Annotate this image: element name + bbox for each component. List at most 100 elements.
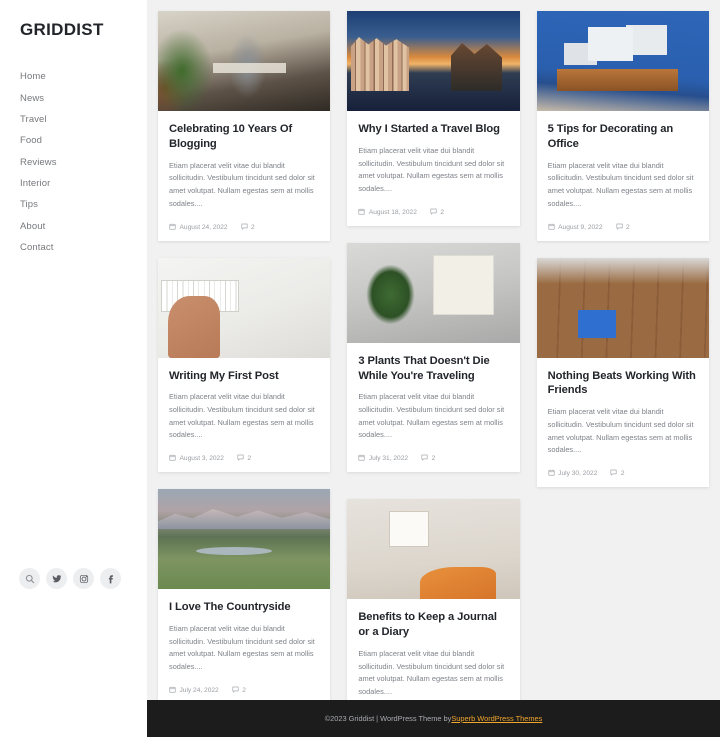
post-date-label: August 18, 2022 [368,208,417,216]
post-date-label: July 31, 2022 [368,455,409,463]
post-body: Why I Started a Travel Blog Etiam placera… [347,111,519,226]
site-footer: ©2023 Griddist | WordPress Theme by Supe… [147,700,720,737]
sidebar-item-food[interactable]: Food [20,130,147,151]
post-thumbnail[interactable] [347,11,520,111]
post-card[interactable]: Celebrating 10 Years Of Blogging Etiam pl… [158,11,331,241]
post-thumbnail[interactable] [347,499,520,600]
post-excerpt: Etiam placerat velit vitae dui blandit s… [358,392,505,440]
instagram-icon[interactable] [73,568,94,589]
post-meta: August 18, 2022 2 [358,208,508,217]
grid-column-1: Celebrating 10 Years Of Blogging Etiam pl… [158,11,331,721]
post-date: August 18, 2022 [358,208,417,217]
post-date-label: July 30, 2022 [558,470,598,477]
post-comment-count: 2 [620,470,625,477]
post-title[interactable]: Nothing Beats Working With Friends [548,369,698,399]
post-meta: August 24, 2022 2 [169,223,319,232]
post-excerpt: Etiam placerat velit vitae dui blandit s… [169,160,315,208]
sidebar-item-tips[interactable]: Tips [20,194,147,215]
post-thumbnail[interactable] [536,11,709,111]
post-card[interactable]: Benefits to Keep a Journal or a Diary Eti… [347,499,520,729]
calendar-icon [169,223,176,232]
grid-column-3: 5 Tips for Decorating an Office Etiam pla… [536,11,709,504]
comment-icon [421,454,428,463]
post-card[interactable]: 5 Tips for Decorating an Office Etiam pla… [536,11,709,241]
post-card[interactable]: Nothing Beats Working With Friends Etiam … [536,257,709,488]
post-thumbnail[interactable] [158,257,331,358]
post-title[interactable]: Benefits to Keep a Journal or a Diary [358,610,508,640]
search-icon[interactable] [19,568,40,589]
calendar-icon [169,454,176,463]
post-excerpt: Etiam placerat velit vitae dui blandit s… [169,392,315,440]
post-body: I Love The Countryside Etiam placerat vel… [158,589,330,704]
post-body: 5 Tips for Decorating an Office Etiam pla… [537,111,709,241]
main-content: Celebrating 10 Years Of Blogging Etiam pl… [147,0,720,737]
post-comments[interactable]: 2 [430,208,444,217]
twitter-icon[interactable] [46,568,67,589]
post-comments[interactable]: 2 [615,223,630,232]
post-title[interactable]: 3 Plants That Doesn't Die While You're T… [358,354,508,384]
footer-text: ©2023 Griddist | WordPress Theme by [324,714,452,723]
post-card[interactable]: Writing My First Post Etiam placerat veli… [158,257,331,473]
sidebar-item-travel[interactable]: Travel [20,109,147,130]
post-date-label: August 3, 2022 [179,455,224,463]
post-excerpt: Etiam placerat velit vitae dui blandit s… [358,145,505,193]
sidebar: GRIDDIST Home News Travel Food Reviews Interi… [0,0,147,737]
page-root: GRIDDIST Home News Travel Food Reviews Interi… [0,0,720,737]
post-date: July 31, 2022 [358,454,408,463]
post-card[interactable]: 3 Plants That Doesn't Die While You're T… [347,242,520,473]
post-card[interactable]: I Love The Countryside Etiam placerat vel… [158,489,331,704]
post-thumbnail[interactable] [158,11,331,111]
sidebar-item-news[interactable]: News [20,87,147,108]
post-excerpt: Etiam placerat velit vitae dui blandit s… [547,407,694,455]
post-title[interactable]: Writing My First Post [169,369,319,384]
post-body: Writing My First Post Etiam placerat veli… [158,358,330,473]
post-date-label: July 24, 2022 [179,686,219,694]
post-title[interactable]: I Love The Countryside [169,600,319,615]
post-title[interactable]: Why I Started a Travel Blog [358,122,508,137]
comment-icon [232,686,239,695]
post-excerpt: Etiam placerat velit vitae dui blandit s… [358,648,505,696]
comment-icon [430,208,437,217]
post-meta: July 30, 2022 2 [548,469,698,478]
grid-column-2: Why I Started a Travel Blog Etiam placera… [347,11,520,737]
site-logo[interactable]: GRIDDIST [20,20,147,40]
sidebar-item-home[interactable]: Home [20,66,147,87]
sidebar-nav: Home News Travel Food Reviews Interior Tips Abo… [20,66,147,258]
calendar-icon [358,454,365,463]
post-title[interactable]: 5 Tips for Decorating an Office [548,122,698,152]
post-comments[interactable]: 2 [240,223,255,232]
post-thumbnail[interactable] [536,257,709,358]
footer-link[interactable]: Superb WordPress Themes [451,714,542,723]
comment-icon [610,469,617,478]
post-body: Nothing Beats Working With Friends Etiam … [537,358,709,488]
facebook-icon[interactable] [100,568,121,589]
post-thumbnail[interactable] [347,242,520,343]
post-date: August 24, 2022 [169,223,228,232]
sidebar-item-about[interactable]: About [20,216,147,237]
post-thumbnail[interactable] [158,489,331,590]
post-excerpt: Etiam placerat velit vitae dui blandit s… [547,160,694,208]
post-comment-count: 2 [247,455,252,463]
post-comment-count: 2 [251,223,255,231]
post-comment-count: 2 [626,223,630,231]
sidebar-item-contact[interactable]: Contact [20,237,147,258]
post-date-label: August 24, 2022 [179,223,228,231]
post-body: 3 Plants That Doesn't Die While You're T… [347,343,519,473]
calendar-icon [169,686,176,695]
post-comment-count: 2 [431,455,436,463]
post-comments[interactable]: 2 [237,454,251,463]
post-date: August 3, 2022 [169,454,224,463]
post-comments[interactable]: 2 [232,686,246,695]
post-comment-count: 2 [242,686,246,694]
post-title[interactable]: Celebrating 10 Years Of Blogging [169,122,319,152]
post-meta: August 9, 2022 2 [548,223,698,232]
sidebar-item-reviews[interactable]: Reviews [20,152,147,173]
post-comment-count: 2 [440,208,445,216]
comment-icon [615,223,623,232]
sidebar-item-interior[interactable]: Interior [20,173,147,194]
post-comments[interactable]: 2 [421,454,435,463]
post-comments[interactable]: 2 [610,469,625,478]
comment-icon [240,223,248,232]
calendar-icon [548,223,555,232]
post-card[interactable]: Why I Started a Travel Blog Etiam placera… [347,11,520,226]
